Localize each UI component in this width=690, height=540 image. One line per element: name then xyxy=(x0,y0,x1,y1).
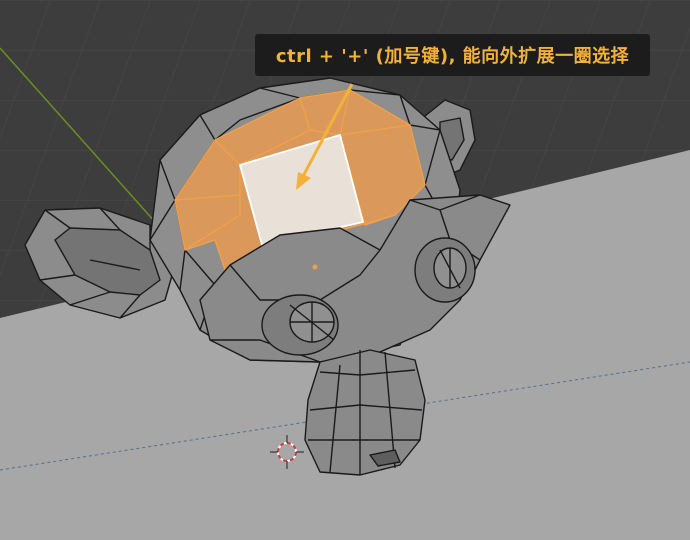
3d-viewport[interactable]: ctrl + '+' (加号键), 能向外扩展一圈选择 xyxy=(0,0,690,540)
hint-tooltip: ctrl + '+' (加号键), 能向外扩展一圈选择 xyxy=(255,34,650,76)
snout[interactable] xyxy=(304,349,426,476)
selected-vertex-dot xyxy=(312,264,318,270)
viewport-canvas[interactable] xyxy=(0,0,690,540)
